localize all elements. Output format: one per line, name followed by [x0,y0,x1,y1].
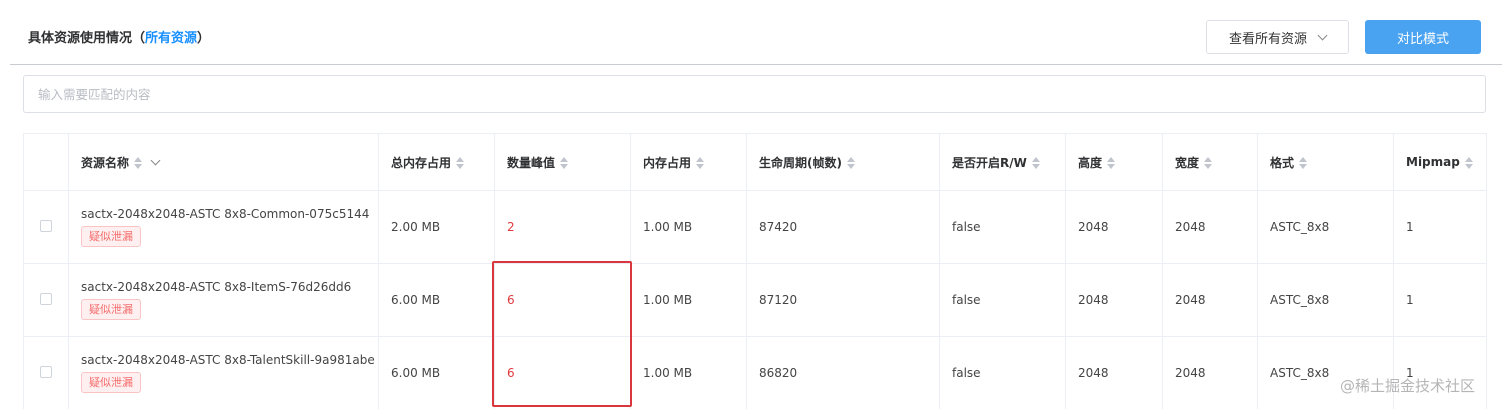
table-header-row: 资源名称 总内存占用 数量峰值 内存占用 生命周期(帧数) 是否开启R/W 高度… [23,133,1487,191]
header-divider [10,64,1502,65]
format-cell: ASTC_8x8 [1257,190,1394,264]
paren-close: ） [197,31,211,46]
filter-chevron-icon[interactable] [150,155,161,165]
resource-name-cell: sactx-2048x2048-ASTC 8x8-TalentSkill-9a9… [68,336,379,409]
rw-cell: false [939,336,1066,409]
suspected-leak-tag: 疑似泄漏 [81,299,141,320]
resource-name: sactx-2048x2048-ASTC 8x8-TalentSkill-9a9… [81,353,375,367]
memory-cell: 1.00 MB [630,190,747,264]
col-header-mipmap[interactable]: Mipmap [1393,133,1487,191]
sort-icon[interactable] [560,157,569,169]
all-resources-link[interactable]: 所有资源 [145,31,197,46]
lifecycle-cell: 87120 [746,263,940,337]
peak-count-cell: 2 [494,190,631,264]
row-checkbox[interactable] [40,292,52,305]
sort-icon[interactable] [1107,157,1116,169]
suspected-leak-tag: 疑似泄漏 [81,372,141,393]
rw-cell: false [939,263,1066,337]
col-header-height[interactable]: 高度 [1065,133,1163,191]
section-title-text: 具体资源使用情况 [28,31,133,46]
lifecycle-cell: 86820 [746,336,940,409]
peak-count-cell: 6 [494,336,631,409]
table-row[interactable]: sactx-2048x2048-ASTC 8x8-Common-075c5144… [23,190,1487,264]
suspected-leak-tag: 疑似泄漏 [81,226,141,247]
peak-count-cell: 6 [494,263,631,337]
compare-mode-button[interactable]: 对比模式 [1365,20,1481,54]
col-header-format[interactable]: 格式 [1257,133,1394,191]
sort-icon[interactable] [134,157,143,169]
row-select-cell [23,263,69,337]
resource-name-cell: sactx-2048x2048-ASTC 8x8-ItemS-76d26dd6 … [68,263,379,337]
col-header-memory[interactable]: 内存占用 [630,133,747,191]
col-header-peak-count[interactable]: 数量峰值 [494,133,631,191]
chevron-down-icon [1317,30,1328,40]
total-memory-cell: 6.00 MB [378,336,495,409]
paren-open: （ [132,31,146,46]
col-header-total-memory[interactable]: 总内存占用 [378,133,495,191]
height-cell: 2048 [1065,336,1163,409]
rw-cell: false [939,190,1066,264]
col-header-lifecycle[interactable]: 生命周期(帧数) [746,133,940,191]
resource-name-cell: sactx-2048x2048-ASTC 8x8-Common-075c5144… [68,190,379,264]
lifecycle-cell: 87420 [746,190,940,264]
col-header-width[interactable]: 宽度 [1162,133,1258,191]
sort-icon[interactable] [1204,157,1213,169]
row-checkbox[interactable] [40,365,52,378]
format-cell: ASTC_8x8 [1257,336,1394,409]
row-checkbox[interactable] [40,219,52,232]
compare-mode-label: 对比模式 [1396,31,1449,47]
view-all-resources-select[interactable]: 查看所有资源 [1206,20,1349,54]
width-cell: 2048 [1162,336,1258,409]
memory-cell: 1.00 MB [630,336,747,409]
col-header-rw[interactable]: 是否开启R/W [939,133,1066,191]
table-row[interactable]: sactx-2048x2048-ASTC 8x8-TalentSkill-9a9… [23,336,1487,409]
watermark: @稀土掘金技术社区 [1340,377,1476,395]
sort-icon[interactable] [846,157,855,169]
total-memory-cell: 2.00 MB [378,190,495,264]
format-cell: ASTC_8x8 [1257,263,1394,337]
sort-icon[interactable] [1299,157,1308,169]
mipmap-cell: 1 [1393,190,1487,264]
resource-name: sactx-2048x2048-ASTC 8x8-Common-075c5144 [81,207,370,221]
mipmap-cell: 1 [1393,263,1487,337]
resource-name: sactx-2048x2048-ASTC 8x8-ItemS-76d26dd6 [81,280,352,294]
width-cell: 2048 [1162,190,1258,264]
mipmap-cell: 1 [1393,336,1487,409]
table-row[interactable]: sactx-2048x2048-ASTC 8x8-ItemS-76d26dd6 … [23,263,1487,337]
resource-table: 资源名称 总内存占用 数量峰值 内存占用 生命周期(帧数) 是否开启R/W 高度… [23,133,1487,409]
width-cell: 2048 [1162,263,1258,337]
col-header-resource-name[interactable]: 资源名称 [68,133,379,191]
sort-icon[interactable] [696,157,705,169]
height-cell: 2048 [1065,190,1163,264]
search-input[interactable] [23,75,1486,113]
row-select-cell [23,336,69,409]
view-select-label: 查看所有资源 [1228,31,1307,47]
height-cell: 2048 [1065,263,1163,337]
resource-usage-panel: 具体资源使用情况（所有资源） 查看所有资源 对比模式 资源名称 [0,0,1512,409]
header-select-cell [23,133,69,191]
section-title: 具体资源使用情况（所有资源） [28,27,210,46]
total-memory-cell: 6.00 MB [378,263,495,337]
row-select-cell [23,190,69,264]
sort-icon[interactable] [1464,156,1473,169]
sort-icon[interactable] [456,157,465,169]
sort-icon[interactable] [1031,157,1040,169]
memory-cell: 1.00 MB [630,263,747,337]
